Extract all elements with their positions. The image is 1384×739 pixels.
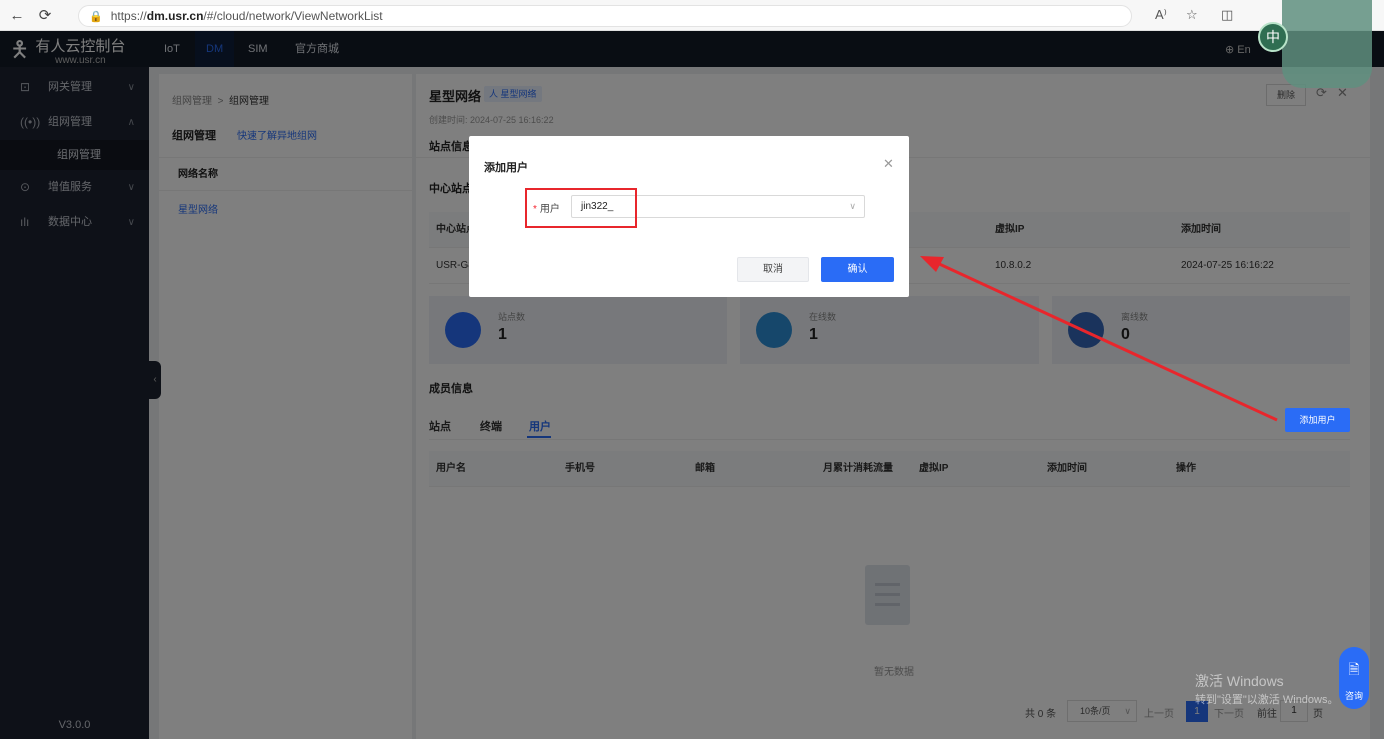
cancel-button[interactable]: 取消 — [737, 257, 809, 282]
character-avatar: 中 — [1252, 0, 1380, 90]
add-user-dialog: 添加用户 ✕ * 用户 jin322_ ∨ 取消 确认 — [469, 136, 909, 297]
dialog-title: 添加用户 — [484, 162, 528, 174]
url-path: /#/cloud/network/ViewNetworkList — [203, 9, 383, 23]
url-prefix: https:// — [110, 9, 147, 23]
address-bar[interactable]: 🔒 https://dm.usr.cn/#/cloud/network/View… — [78, 5, 1132, 27]
back-arrow-icon[interactable]: ← — [6, 4, 28, 26]
favorite-star-icon[interactable]: ☆ — [1186, 7, 1198, 23]
chevron-down-icon: ∨ — [849, 201, 856, 211]
browser-toolbar: ← ⟳ 🔒 https://dm.usr.cn/#/cloud/network/… — [0, 0, 1384, 31]
consult-label: 咨询 — [1344, 691, 1363, 701]
watermark-line1: 激活 Windows — [1195, 673, 1284, 689]
lock-icon: 🔒 — [89, 10, 103, 23]
confirm-button[interactable]: 确认 — [821, 257, 894, 282]
split-screen-icon[interactable]: ◫ — [1221, 7, 1233, 23]
consult-button[interactable]: 🗎 咨询 — [1339, 647, 1369, 709]
document-icon: 🗎 — [1348, 661, 1360, 677]
reload-icon[interactable]: ⟳ — [34, 4, 56, 26]
avatar-illustration — [1282, 0, 1372, 88]
windows-activation-watermark: 激活 Windows 转到"设置"以激活 Windows。 — [1195, 671, 1339, 707]
input-method-badge[interactable]: 中 — [1258, 22, 1288, 52]
url-host: dm.usr.cn — [146, 9, 204, 23]
watermark-line2: 转到"设置"以激活 Windows。 — [1195, 694, 1339, 706]
highlight-box — [525, 188, 637, 228]
read-aloud-icon[interactable]: A⁾ — [1155, 7, 1167, 23]
add-user-button[interactable]: 添加用户 — [1285, 408, 1350, 432]
close-icon[interactable]: ✕ — [883, 156, 894, 172]
